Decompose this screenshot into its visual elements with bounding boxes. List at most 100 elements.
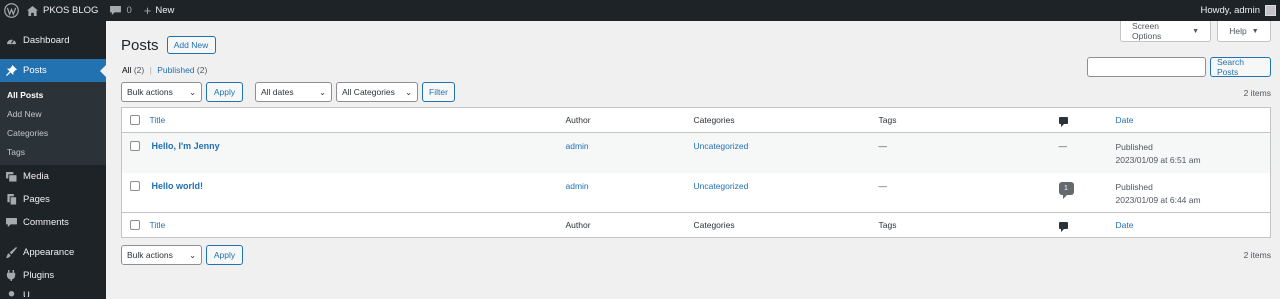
select-all-cell-footer <box>121 212 150 238</box>
post-author-link[interactable]: admin <box>566 141 589 151</box>
submenu-tags[interactable]: Tags <box>0 143 106 162</box>
caret-down-icon: ▼ <box>1251 27 1259 35</box>
comments-link[interactable]: 0 <box>104 0 137 21</box>
filter-button[interactable]: Filter <box>422 82 455 102</box>
page-header: Posts Add New <box>121 36 216 54</box>
submenu-all-posts[interactable]: All Posts <box>0 86 106 105</box>
table-row: Hello, I'm Jenny admin Uncategorized — —… <box>121 132 1271 173</box>
row-checkbox[interactable] <box>130 141 140 151</box>
submenu-categories[interactable]: Categories <box>0 124 106 143</box>
submenu-add-new[interactable]: Add New <box>0 105 106 124</box>
table-footer-row: Title Author Categories Tags Date <box>121 212 1271 238</box>
apply-button-top[interactable]: Apply <box>206 82 243 102</box>
users-icon <box>6 290 17 297</box>
main-content: Screen Options ▼ Help ▼ Posts Add New Al… <box>121 21 1271 299</box>
post-title-link[interactable]: Hello world! <box>150 181 204 191</box>
menu-label-dashboard: Dashboard <box>23 35 70 46</box>
chevron-down-icon: ⌄ <box>189 87 196 97</box>
wordpress-logo-icon[interactable] <box>1 0 21 21</box>
post-tags: — <box>878 141 888 151</box>
plug-icon <box>6 270 17 281</box>
caret-down-icon: ▼ <box>1192 27 1199 35</box>
screen-meta-links: Screen Options ▼ Help ▼ <box>1120 21 1271 42</box>
date-filter-value: All dates <box>261 87 294 97</box>
items-count-bottom: 2 items <box>1243 250 1271 260</box>
post-comments: — <box>1058 141 1068 151</box>
bulk-actions-select-top[interactable]: Bulk actions ⌄ <box>121 82 202 102</box>
table-header-row: Title Author Categories Tags Date <box>121 107 1271 133</box>
view-published-count: (2) <box>196 65 208 75</box>
screen-options-button[interactable]: Screen Options ▼ <box>1120 21 1211 42</box>
menu-label-appearance: Appearance <box>23 247 75 258</box>
column-author-footer: Author <box>565 212 694 238</box>
chevron-down-icon: ⌄ <box>405 87 412 97</box>
dashboard-icon <box>6 35 17 46</box>
column-tags-footer: Tags <box>878 212 1059 238</box>
comment-column-icon <box>1058 117 1068 127</box>
sort-title-link[interactable]: Title <box>150 115 166 125</box>
post-title-link[interactable]: Hello, I'm Jenny <box>150 141 220 151</box>
select-all-cell <box>121 107 150 133</box>
post-status: Published <box>1115 181 1153 192</box>
menu-item-dashboard[interactable]: Dashboard <box>0 29 106 52</box>
column-tags: Tags <box>878 107 1059 133</box>
site-name-link[interactable]: PKOS BLOG <box>21 0 104 21</box>
comments-count: 0 <box>126 5 132 16</box>
select-all-checkbox-footer[interactable] <box>130 220 140 230</box>
menu-item-posts[interactable]: Posts <box>0 59 106 82</box>
posts-table: Title Author Categories Tags Date Hello,… <box>121 107 1271 238</box>
chevron-down-icon: ⌄ <box>319 87 326 97</box>
view-separator: | <box>149 65 152 75</box>
column-author: Author <box>565 107 694 133</box>
menu-item-users-partial[interactable]: U <box>0 287 106 297</box>
column-categories: Categories <box>693 107 879 133</box>
comment-count-bubble[interactable]: 1 <box>1058 181 1074 199</box>
tablenav-top: Bulk actions ⌄ Apply All dates ⌄ All Cat… <box>121 82 455 102</box>
posts-submenu: All Posts Add New Categories Tags <box>0 82 106 165</box>
post-category-link[interactable]: Uncategorized <box>694 141 749 151</box>
admin-sidebar: Dashboard Posts All Posts Add New Catego… <box>0 21 106 299</box>
comments-icon <box>6 217 17 228</box>
sort-date-link[interactable]: Date <box>1116 115 1134 125</box>
post-date: 2023/01/09 at 6:51 am <box>1115 155 1201 165</box>
menu-item-pages[interactable]: Pages <box>0 188 106 211</box>
my-account-link[interactable]: Howdy, admin <box>1195 0 1280 21</box>
search-input[interactable] <box>1087 57 1206 77</box>
menu-item-appearance[interactable]: Appearance <box>0 241 106 264</box>
menu-label-comments: Comments <box>23 217 69 228</box>
view-published-label: Published <box>157 65 195 75</box>
menu-item-media[interactable]: Media <box>0 165 106 188</box>
sort-date-link-footer[interactable]: Date <box>1116 220 1134 230</box>
menu-label-plugins: Plugins <box>23 270 55 281</box>
post-author-link[interactable]: admin <box>566 181 589 191</box>
date-filter-select[interactable]: All dates ⌄ <box>255 82 332 102</box>
row-checkbox[interactable] <box>130 180 140 191</box>
table-row: Hello world! admin Uncategorized — 1 Pub… <box>122 173 1271 213</box>
menu-item-comments[interactable]: Comments <box>0 211 106 234</box>
view-published-link[interactable]: Published (2) <box>157 65 207 75</box>
bulk-actions-value-bottom: Bulk actions <box>127 250 173 260</box>
category-filter-select[interactable]: All Categories ⌄ <box>336 82 418 102</box>
new-label: New <box>155 5 175 16</box>
post-category-link[interactable]: Uncategorized <box>694 181 749 191</box>
search-posts-button[interactable]: Search Posts <box>1210 57 1271 77</box>
add-new-button[interactable]: Add New <box>166 36 216 54</box>
select-all-checkbox[interactable] <box>130 115 140 125</box>
bulk-actions-select-bottom[interactable]: Bulk actions ⌄ <box>121 245 202 265</box>
home-icon <box>27 5 38 16</box>
menu-item-plugins[interactable]: Plugins <box>0 264 106 287</box>
help-button[interactable]: Help ▼ <box>1217 21 1271 42</box>
sort-title-link-footer[interactable]: Title <box>150 220 166 230</box>
status-filter-links: All (2) | Published (2) <box>122 65 207 75</box>
admin-bar: PKOS BLOG 0 + New Howdy, admin <box>0 0 1280 21</box>
help-label: Help <box>1229 26 1247 36</box>
menu-label-pages: Pages <box>23 194 50 205</box>
new-content-link[interactable]: + New <box>138 0 181 21</box>
avatar <box>1265 5 1276 16</box>
items-count-top: 2 items <box>1243 88 1271 98</box>
view-all-link[interactable]: All (2) <box>122 65 144 75</box>
paintbrush-icon <box>6 247 17 258</box>
apply-button-bottom[interactable]: Apply <box>206 245 243 265</box>
media-icon <box>6 171 17 182</box>
search-box: Search Posts <box>1087 57 1271 77</box>
